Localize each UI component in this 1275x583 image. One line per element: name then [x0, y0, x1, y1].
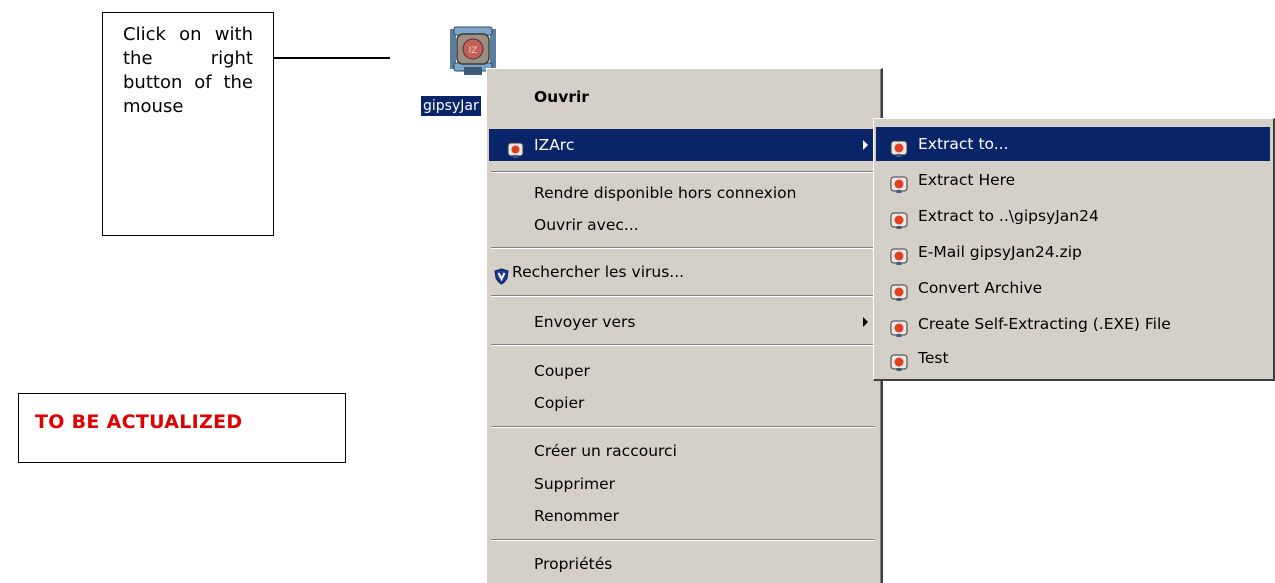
callout-pointer-line — [274, 57, 390, 59]
callout-text: Click on with the right button of the mo… — [123, 24, 253, 117]
menu-item-scan-virus[interactable]: Rechercher les virus... — [489, 256, 878, 288]
izarc-icon — [507, 137, 524, 158]
menu-separator — [491, 171, 875, 173]
menu-separator — [491, 426, 875, 428]
menu-item-izarc[interactable]: IZArc — [489, 129, 878, 161]
menu-item-rename[interactable]: Renommer — [489, 500, 878, 532]
menu-separator — [491, 247, 875, 249]
submenu-arrow-icon — [863, 317, 868, 327]
menu-separator — [491, 539, 875, 541]
izarc-icon — [890, 207, 908, 229]
izarc-icon — [890, 243, 908, 265]
antivirus-shield-icon — [493, 264, 510, 285]
izarc-icon — [890, 135, 908, 157]
menu-item-delete[interactable]: Supprimer — [489, 468, 878, 500]
menu-item-create-shortcut[interactable]: Créer un raccourci — [489, 435, 878, 467]
submenu-arrow-icon — [863, 140, 868, 150]
submenu-item-convert-archive[interactable]: Convert Archive — [876, 271, 1270, 305]
izarc-icon — [890, 279, 908, 301]
context-menu: Ouvrir IZArc Rendre disponible hors conn… — [486, 68, 883, 583]
submenu-item-create-sfx[interactable]: Create Self-Extracting (.EXE) File — [876, 307, 1270, 341]
izarc-icon — [890, 349, 908, 371]
svg-text:IZ: IZ — [469, 46, 478, 56]
izarc-submenu: Extract to... Extract Here Extract to ..… — [873, 118, 1275, 381]
submenu-item-extract-here[interactable]: Extract Here — [876, 163, 1270, 197]
file-name-label[interactable]: gipsyJar — [421, 96, 481, 116]
menu-separator — [491, 295, 875, 297]
menu-separator — [491, 344, 875, 346]
submenu-item-extract-to-folder[interactable]: Extract to ..\gipsyJan24 — [876, 199, 1270, 233]
todo-note: TO BE ACTUALIZED — [18, 393, 346, 463]
todo-text: TO BE ACTUALIZED — [35, 411, 243, 433]
menu-item-offline[interactable]: Rendre disponible hors connexion — [489, 177, 878, 209]
menu-item-ouvrir[interactable]: Ouvrir — [489, 81, 878, 113]
izarc-icon — [890, 171, 908, 193]
izarc-icon — [890, 315, 908, 337]
menu-item-cut[interactable]: Couper — [489, 355, 878, 387]
instruction-callout: Click on with the right button of the mo… — [102, 12, 274, 236]
menu-item-properties[interactable]: Propriétés — [489, 548, 878, 580]
menu-item-copy[interactable]: Copier — [489, 387, 878, 419]
submenu-item-test[interactable]: Test — [876, 341, 1270, 375]
submenu-item-extract-to[interactable]: Extract to... — [876, 127, 1270, 161]
submenu-item-email[interactable]: E-Mail gipsyJan24.zip — [876, 235, 1270, 269]
menu-item-open-with[interactable]: Ouvrir avec... — [489, 209, 878, 241]
menu-item-send-to[interactable]: Envoyer vers — [489, 306, 878, 338]
